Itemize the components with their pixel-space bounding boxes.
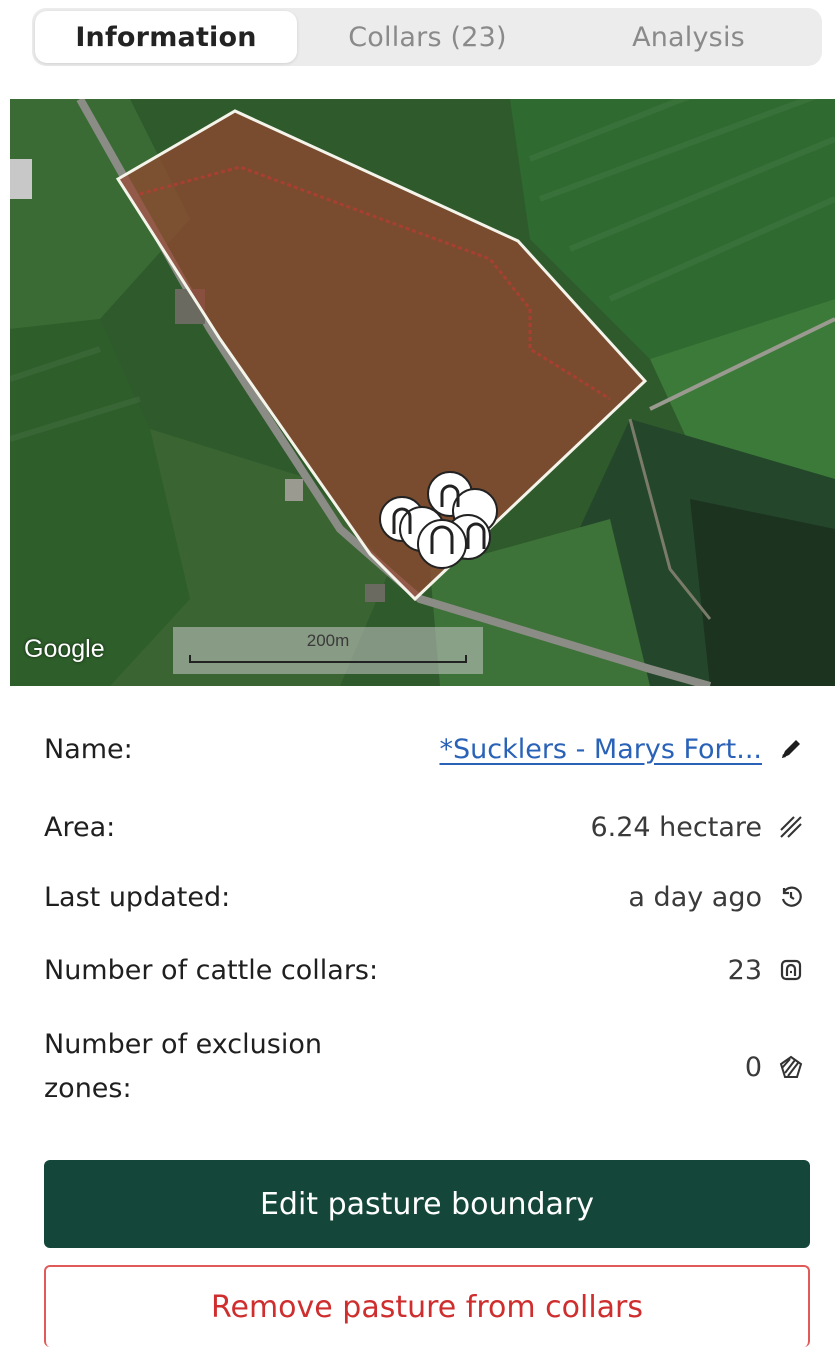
scale-label: 200m (306, 631, 350, 650)
info-row-exclusion-zones: Number of exclusion zones: 0 (44, 1022, 806, 1112)
info-row-last-updated: Last updated: a day ago (44, 872, 806, 922)
exclusion-zones-label: Number of exclusion zones: (44, 1029, 322, 1104)
name-label: Name: (44, 733, 133, 765)
tab-collars[interactable]: Collars (23) (297, 11, 558, 63)
info-row-area: Area: 6.24 hectare (44, 802, 806, 852)
area-hatch-icon (776, 812, 806, 842)
tab-analysis[interactable]: Analysis (558, 11, 819, 63)
last-updated-value: a day ago (628, 881, 762, 913)
google-attribution: Google (24, 635, 105, 663)
pencil-icon[interactable] (776, 734, 806, 764)
tab-bar: Information Collars (23) Analysis (32, 8, 822, 66)
scale-bar (189, 655, 467, 663)
tab-information[interactable]: Information (35, 11, 297, 63)
area-label: Area: (44, 811, 116, 843)
pasture-name-link[interactable]: *Sucklers - Marys Fort... (439, 734, 762, 765)
clock-history-icon (776, 882, 806, 912)
pasture-map[interactable]: Google 200m (10, 99, 835, 686)
satellite-imagery (10, 99, 835, 686)
edit-pasture-boundary-button[interactable]: Edit pasture boundary (44, 1160, 810, 1248)
exclusion-zone-icon (776, 1052, 806, 1082)
collars-value: 23 (727, 954, 762, 986)
remove-pasture-button[interactable]: Remove pasture from collars (44, 1265, 810, 1347)
area-value: 6.24 hectare (590, 811, 762, 843)
exclusion-zones-value: 0 (744, 1051, 762, 1083)
map-scale: 200m (173, 627, 483, 674)
collar-icon (776, 955, 806, 985)
collars-label: Number of cattle collars: (44, 954, 379, 986)
info-row-name: Name: *Sucklers - Marys Fort... (44, 724, 806, 774)
last-updated-label: Last updated: (44, 881, 231, 913)
info-row-collars: Number of cattle collars: 23 (44, 945, 806, 995)
